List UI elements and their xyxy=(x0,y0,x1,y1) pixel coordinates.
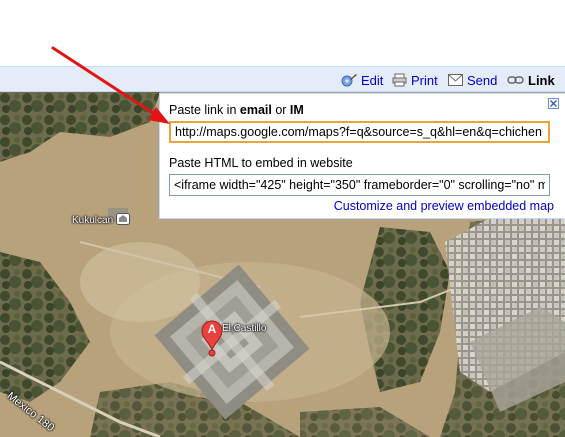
arrow-shaft xyxy=(51,46,158,117)
arrow-head xyxy=(148,107,170,124)
annotation-arrow xyxy=(51,46,170,124)
